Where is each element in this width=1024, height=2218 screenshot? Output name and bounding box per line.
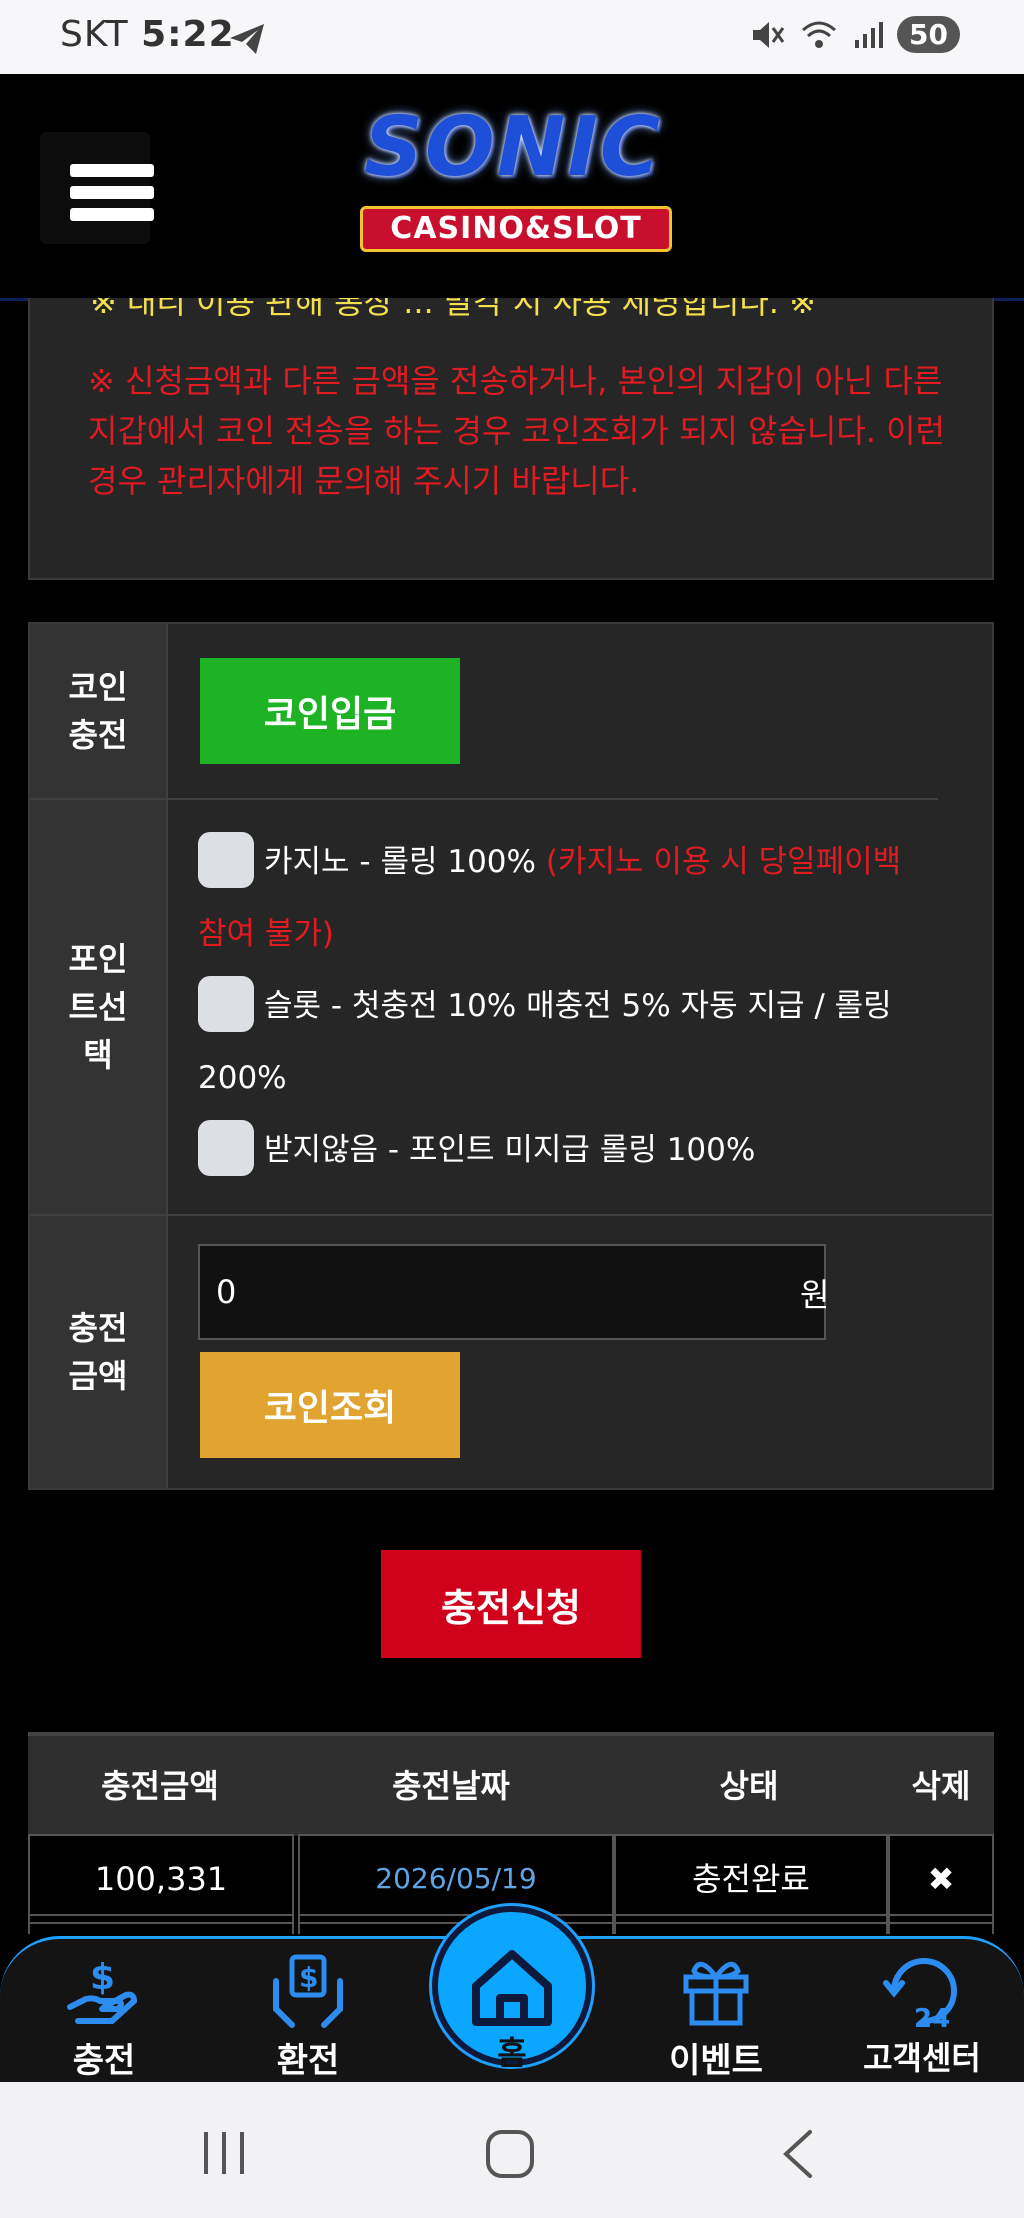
- row-status: 충전완료: [614, 1834, 888, 1924]
- clock: 5:22: [141, 14, 235, 55]
- status-time: SKT 5:22: [60, 14, 235, 55]
- recent-apps-icon[interactable]: [200, 2130, 250, 2176]
- support-24-icon: 24: [883, 1958, 957, 2031]
- notice-box: ※ 대리 이용 관해 통장 ... 발각 시 사용 제명합니다. ※ ※ 신청금…: [28, 298, 994, 580]
- option-none[interactable]: 받지않음 - 포인트 미지급 롤링 100%: [198, 1114, 938, 1186]
- nav-home-label: 홈: [497, 2034, 527, 2072]
- option-casino[interactable]: 카지노 - 롤링 100% (카지노 이용 시 당일페이백 참여 불가): [198, 826, 938, 970]
- header-status: 상태: [719, 1767, 779, 1805]
- wifi-icon: [802, 21, 837, 48]
- notice-text: ※ 신청금액과 다른 금액을 전송하거나, 본인의 지갑이 아닌 다른 지갑에서…: [88, 362, 945, 500]
- coin-charge-label: 코인 충전: [30, 624, 168, 798]
- nav-charge[interactable]: $ 충전: [34, 1949, 174, 2082]
- table-header: 충전금액 충전날짜 상태 삭제: [28, 1732, 994, 1836]
- row-date: 2026/05/19: [298, 1834, 614, 1924]
- carrier-label: SKT: [60, 14, 129, 55]
- header-delete: 삭제: [911, 1767, 971, 1805]
- row-delete-button[interactable]: ✖: [888, 1834, 994, 1924]
- menu-button[interactable]: [40, 132, 154, 244]
- logo-subtitle: CASINO&SLOT: [360, 206, 672, 252]
- svg-text:24: 24: [914, 2004, 950, 2031]
- coin-deposit-button[interactable]: 코인입금: [200, 658, 460, 764]
- charge-amount-label: 충전 금액: [30, 1216, 168, 1488]
- home-system-icon[interactable]: [484, 2128, 536, 2180]
- hand-money-icon: $: [67, 1957, 138, 2024]
- coin-check-button[interactable]: 코인조회: [200, 1352, 460, 1458]
- site-header: SONIC CASINO&SLOT: [0, 74, 1024, 301]
- header-amount: 충전금액: [101, 1767, 219, 1805]
- notice-cut-line: ※ 대리 이용 관해 통장 ... 발각 시 사용 제명합니다. ※: [90, 298, 816, 320]
- nav-exchange[interactable]: $ 환전: [238, 1949, 378, 2082]
- nav-event[interactable]: 이벤트: [646, 1949, 786, 2082]
- signal-icon: [855, 21, 884, 48]
- system-navigation-bar: [0, 2082, 1024, 2218]
- logo-title: SONIC: [363, 100, 663, 195]
- money-hands-icon: $: [273, 1954, 343, 2028]
- status-icons: 50: [751, 16, 960, 53]
- mute-icon: [753, 21, 785, 48]
- svg-text:$: $: [90, 1957, 115, 1998]
- status-bar: SKT 5:22 50: [0, 0, 1024, 74]
- send-icon: [230, 24, 264, 54]
- point-select-label: 포인 트선 택: [30, 800, 168, 1214]
- slot-checkbox[interactable]: [198, 975, 254, 1032]
- currency-label: 원: [800, 1276, 830, 1314]
- site-logo[interactable]: SONIC CASINO&SLOT: [298, 100, 728, 260]
- header-date: 충전날짜: [392, 1767, 510, 1805]
- charge-amount-input[interactable]: 0: [198, 1244, 826, 1340]
- back-icon[interactable]: [778, 2128, 818, 2180]
- option-slot[interactable]: 슬롯 - 첫충전 10% 매충전 5% 자동 지급 / 롤링 200%: [198, 970, 938, 1114]
- gift-icon: [683, 1961, 749, 2026]
- row-amount: 100,331: [28, 1834, 294, 1924]
- battery-indicator: 50: [897, 16, 960, 53]
- svg-text:$: $: [299, 1961, 318, 1994]
- no-point-checkbox[interactable]: [198, 1119, 254, 1176]
- charge-form: 코인 충전 코인입금 포인 트선 택 카지노 - 롤링 100% (카지노 이용 시 …: [28, 622, 994, 1490]
- casino-checkbox[interactable]: [198, 831, 254, 888]
- charge-submit-button[interactable]: 충전신청: [381, 1550, 641, 1658]
- hamburger-icon: [70, 164, 154, 177]
- nav-support[interactable]: 24 고객센터: [852, 1949, 992, 2079]
